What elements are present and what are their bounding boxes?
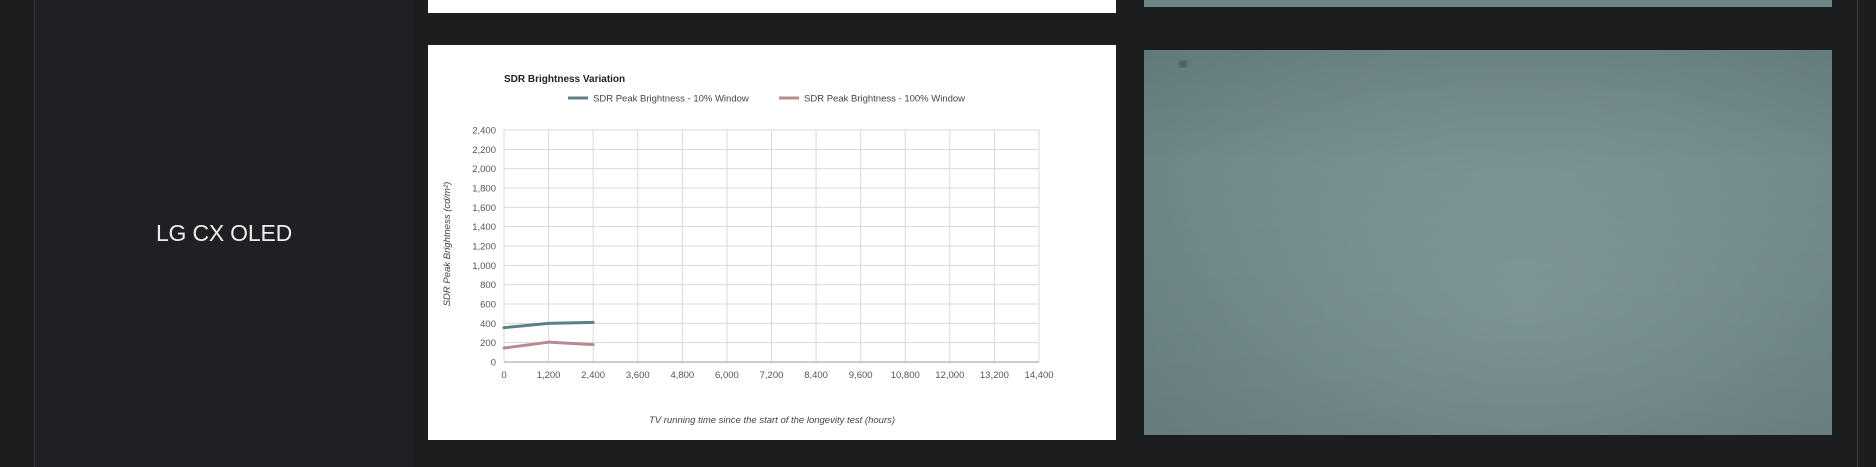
y-tick-label: 200 bbox=[480, 338, 496, 349]
chart-legend: SDR Peak Brightness - 10% Window SDR Peak… bbox=[568, 94, 965, 105]
x-tick-label: 4,800 bbox=[670, 370, 694, 381]
table-row-previous bbox=[35, 0, 1857, 30]
x-tick-label: 9,600 bbox=[849, 370, 873, 381]
y-tick-label: 800 bbox=[480, 280, 496, 291]
legend-label: SDR Peak Brightness - 10% Window bbox=[593, 94, 749, 105]
y-tick-label: 1,200 bbox=[472, 242, 496, 253]
table-border-right bbox=[1857, 0, 1858, 467]
table-row: LG CX OLED SDR Brightness Variation SDR … bbox=[35, 30, 1857, 467]
x-tick-label: 2,400 bbox=[581, 370, 605, 381]
x-tick-label: 3,600 bbox=[626, 370, 650, 381]
x-tick-label: 8,400 bbox=[804, 370, 828, 381]
x-tick-label: 7,200 bbox=[760, 370, 784, 381]
comparison-table: LG CX OLED SDR Brightness Variation SDR … bbox=[0, 0, 1876, 467]
y-tick-label: 1,600 bbox=[472, 203, 496, 214]
screen-photo-previous bbox=[1144, 0, 1832, 7]
y-tick-label: 1,800 bbox=[472, 184, 496, 195]
x-axis-label: TV running time since the start of the l… bbox=[649, 415, 895, 426]
y-tick-label: 400 bbox=[480, 319, 496, 330]
y-tick-label: 0 bbox=[491, 358, 496, 369]
x-tick-label: 0 bbox=[501, 370, 506, 381]
screen-uniformity-photo[interactable] bbox=[1144, 50, 1832, 435]
x-tick-label: 14,400 bbox=[1024, 370, 1053, 381]
brightness-chart: SDR Brightness Variation SDR Peak Bright… bbox=[442, 74, 1054, 426]
y-axis-label: SDR Peak Brightness (cd/m²) bbox=[442, 182, 453, 307]
y-axis-ticks: 2,400 2,200 2,000 1,800 1,600 1,400 1,200 1,000… bbox=[472, 126, 496, 369]
y-tick-label: 600 bbox=[480, 300, 496, 311]
y-tick-label: 2,400 bbox=[472, 126, 496, 137]
y-tick-label: 2,000 bbox=[472, 164, 496, 175]
chart-grid bbox=[503, 129, 1040, 363]
photo-shading bbox=[1144, 50, 1832, 435]
brightness-chart-image[interactable]: SDR Brightness Variation SDR Peak Bright… bbox=[428, 45, 1116, 440]
x-tick-label: 6,000 bbox=[715, 370, 739, 381]
y-tick-label: 1,000 bbox=[472, 261, 496, 272]
chart-title: SDR Brightness Variation bbox=[504, 74, 625, 85]
x-tick-label: 13,200 bbox=[980, 370, 1009, 381]
brightness-chart-image-previous bbox=[428, 0, 1116, 13]
y-tick-label: 1,400 bbox=[472, 222, 496, 233]
tv-name-cell: LG CX OLED bbox=[35, 30, 413, 467]
x-tick-label: 1,200 bbox=[537, 370, 561, 381]
x-tick-label: 12,000 bbox=[935, 370, 964, 381]
x-axis-ticks: 0 1,200 2,400 3,600 4,800 6,000 7,200 8,400 9,60… bbox=[501, 370, 1053, 381]
y-tick-label: 2,200 bbox=[472, 145, 496, 156]
legend-label: SDR Peak Brightness - 100% Window bbox=[804, 94, 965, 105]
tv-name-cell-previous bbox=[35, 0, 413, 30]
photo-speck bbox=[1174, 60, 1192, 68]
x-tick-label: 10,800 bbox=[891, 370, 920, 381]
tv-name: LG CX OLED bbox=[155, 220, 293, 246]
